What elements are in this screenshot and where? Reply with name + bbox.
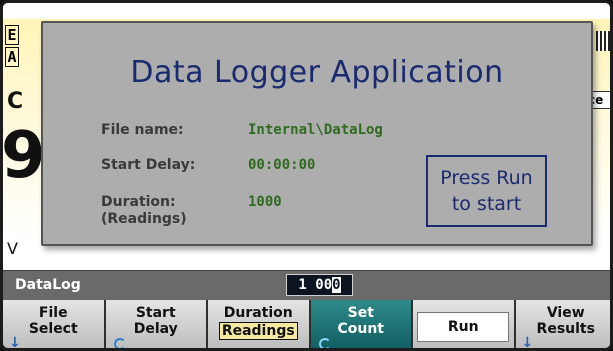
count-input-cursor: 0 xyxy=(332,277,341,293)
count-input[interactable]: 1 000 xyxy=(286,274,353,296)
softkey-label: Duration xyxy=(223,305,293,321)
duration-label-readings: (Readings) xyxy=(101,211,187,227)
start-delay-label: Start Delay: xyxy=(101,157,196,173)
instrument-screen: E A C 9 V ce Data Logger Application Fil… xyxy=(0,0,613,351)
press-run-line1: Press Run xyxy=(440,167,533,189)
down-arrow-icon: ↓ xyxy=(521,335,534,351)
softkey-label: Set xyxy=(347,305,374,321)
press-run-line2: to start xyxy=(451,193,522,215)
file-select-softkey[interactable]: File Select ↓ xyxy=(3,300,106,351)
softkey-label: Start xyxy=(135,305,176,321)
start-delay-softkey[interactable]: Start Delay xyxy=(105,300,208,348)
softkey-label: View xyxy=(546,305,585,321)
softkey-label: Count xyxy=(337,321,385,337)
background-fragment-v: V xyxy=(7,239,18,258)
run-softkey[interactable]: Run xyxy=(413,300,516,348)
duration-label: Duration: xyxy=(101,194,176,210)
run-button-label: Run xyxy=(417,312,510,342)
duration-value: 1000 xyxy=(248,194,282,210)
down-arrow-icon: ↓ xyxy=(9,335,21,351)
file-name-label: File name: xyxy=(101,122,184,138)
set-count-softkey[interactable]: Set Count xyxy=(310,300,413,348)
input-bar: DataLog 1 000 xyxy=(3,270,610,300)
softkey-label: File xyxy=(38,305,68,321)
knob-icon xyxy=(318,338,331,348)
input-label: DataLog xyxy=(15,277,81,293)
background-fragment-c: C xyxy=(7,89,24,114)
dialog-title: Data Logger Application xyxy=(130,55,504,90)
background-fragment-digit: 9 xyxy=(1,119,46,193)
file-name-value: Internal\DataLog xyxy=(248,122,383,138)
press-run-message: Press Run to start xyxy=(426,155,547,227)
count-input-value: 1 00 xyxy=(298,277,333,293)
data-logger-dialog: Data Logger Application File name: Inter… xyxy=(41,21,593,246)
duration-softkey[interactable]: Duration Readings xyxy=(208,300,311,348)
knob-icon xyxy=(113,338,126,348)
background-top-strip xyxy=(3,3,610,19)
softkey-bar: File Select ↓ Start Delay Duration Readi… xyxy=(3,300,610,351)
background-indicator-e: E xyxy=(5,25,19,45)
background-indicator-a: A xyxy=(5,47,19,67)
softkey-label: Delay xyxy=(133,321,178,337)
start-delay-value: 00:00:00 xyxy=(248,157,316,173)
view-results-softkey[interactable]: View Results ↓ xyxy=(515,300,610,351)
duration-mode-readings: Readings xyxy=(218,322,298,340)
background-bar-icon xyxy=(596,31,610,51)
